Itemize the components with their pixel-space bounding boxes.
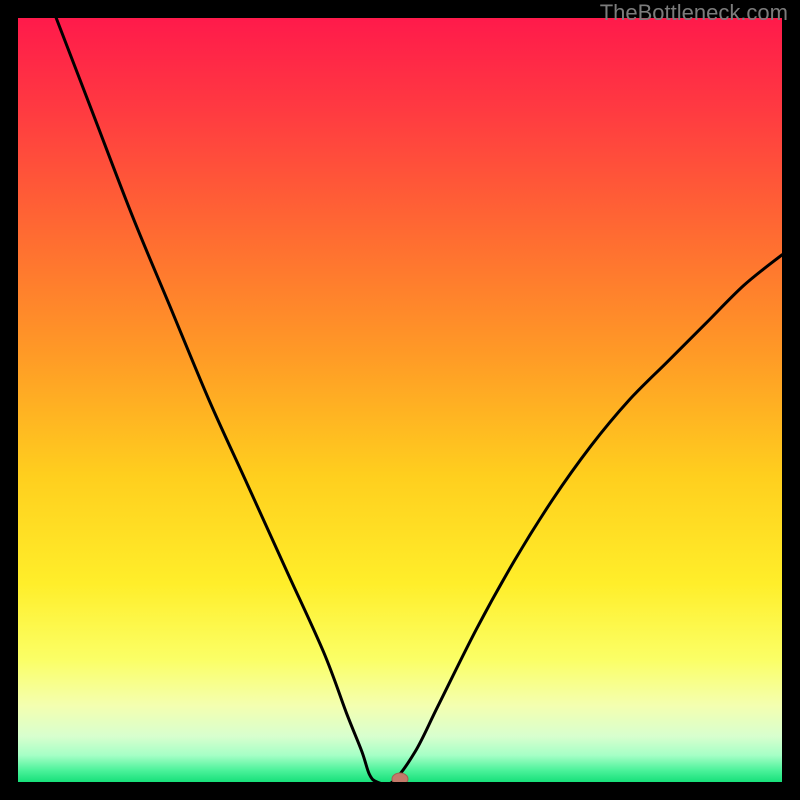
gradient-background	[18, 18, 782, 782]
plot-area	[18, 18, 782, 782]
chart-svg	[18, 18, 782, 782]
watermark-text: TheBottleneck.com	[600, 0, 788, 26]
minimum-marker	[392, 773, 408, 782]
chart-frame: TheBottleneck.com	[0, 0, 800, 800]
